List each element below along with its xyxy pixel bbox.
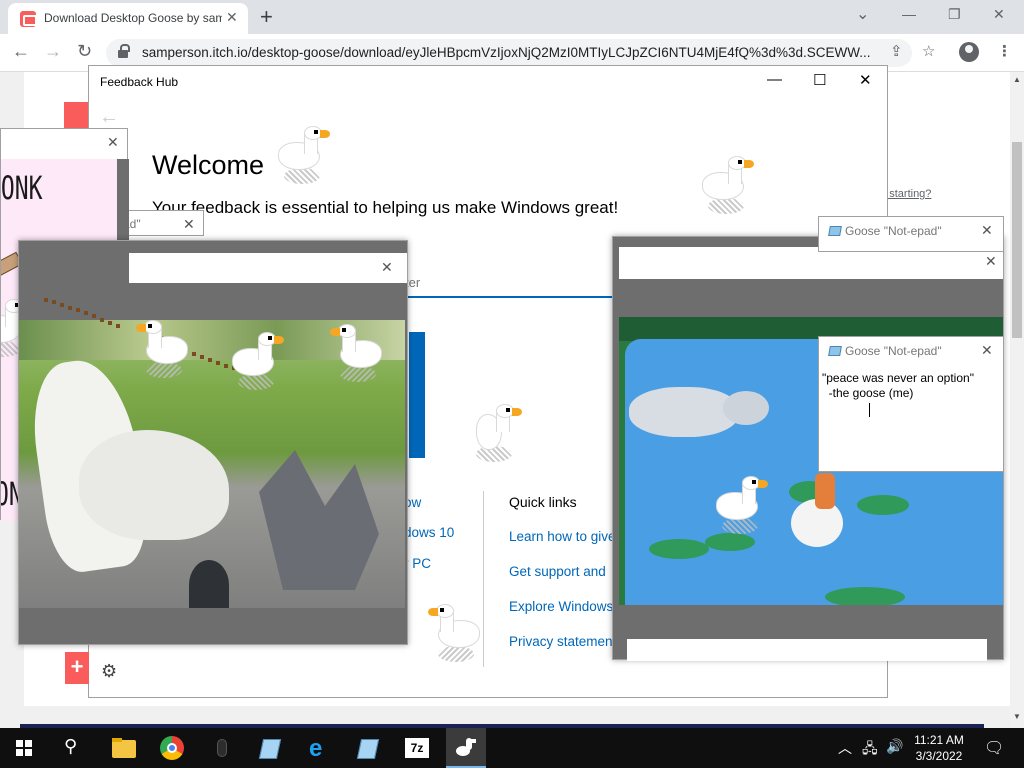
browser-minimize-button[interactable]: —: [902, 6, 916, 22]
text-caret: [869, 403, 870, 417]
video-close-icon[interactable]: ✕: [985, 253, 997, 270]
notepad-app-icon[interactable]: [256, 734, 284, 762]
network-icon[interactable]: 🖧: [862, 738, 878, 762]
desktop-goose-taskbar-button[interactable]: [446, 728, 486, 768]
new-tab-button[interactable]: +: [260, 4, 273, 30]
photo-window-bottom: [19, 608, 405, 644]
mouse-app-icon[interactable]: [208, 734, 236, 762]
fh-back-arrow-icon[interactable]: ←: [99, 106, 119, 129]
game-character: [815, 473, 835, 509]
tab-close-icon[interactable]: ✕: [226, 9, 238, 26]
fh-close-button[interactable]: ✕: [859, 71, 872, 89]
scroll-down-icon[interactable]: ▼: [1013, 712, 1021, 721]
ghost-close-icon[interactable]: ✕: [183, 216, 195, 233]
tray-chevron-icon[interactable]: ︿: [838, 738, 852, 758]
goose-notepad-back[interactable]: Goose "Not-epad" ✕: [818, 216, 1004, 252]
itch-favicon-icon: [20, 11, 37, 27]
7zip-icon[interactable]: 7z: [403, 734, 431, 762]
fh-settings-gear-icon[interactable]: ⚙: [101, 661, 117, 682]
profile-avatar-icon[interactable]: [959, 42, 979, 62]
browser-restore-button[interactable]: ❐: [948, 6, 961, 23]
tab-title: Download Desktop Goose by samperson: [44, 11, 222, 25]
notepad-back-title: Goose "Not-epad": [828, 224, 942, 238]
notification-center-icon[interactable]: 🗨: [984, 738, 1004, 758]
fh-feature-tile[interactable]: [409, 332, 425, 458]
browser-tabstrip: Download Desktop Goose by samperson ✕ + …: [0, 0, 1024, 34]
notepad-title: Goose "Not-epad": [828, 344, 942, 358]
desktop-goose-icon[interactable]: [274, 126, 334, 188]
feedback-hub-title: Feedback Hub: [100, 75, 179, 89]
reload-icon[interactable]: ↻: [77, 41, 92, 62]
desktop-goose-icon[interactable]: [712, 476, 772, 538]
tab-search-icon[interactable]: ⌄: [856, 4, 869, 24]
bookmark-star-icon[interactable]: ☆: [922, 42, 935, 60]
desktop-goose-icon[interactable]: [466, 404, 526, 466]
fh-minimize-button[interactable]: —: [767, 71, 782, 88]
honk-close-icon[interactable]: ✕: [107, 134, 119, 151]
notepad-close-icon[interactable]: ✕: [981, 342, 993, 359]
goose-photo-window: ✕: [18, 240, 408, 645]
notepad-icon: [828, 346, 842, 356]
volume-icon[interactable]: 🔊: [886, 738, 903, 755]
quick-links-heading: Quick links: [509, 494, 577, 510]
chrome-icon[interactable]: [158, 734, 186, 762]
quick-link-learn[interactable]: Learn how to give: [509, 529, 616, 544]
pigeons-figure: [259, 450, 379, 590]
forward-arrow-icon[interactable]: →: [44, 41, 62, 62]
photo-window-titlebar[interactable]: ✕: [129, 253, 407, 283]
menu-kebab-icon[interactable]: ⋮: [997, 42, 1012, 60]
desktop-goose-icon[interactable]: [698, 156, 758, 218]
clock-date: 3/3/2022: [915, 749, 963, 763]
honk-text-top: HONK: [1, 169, 43, 207]
pond-rock: [629, 387, 739, 437]
lily-pad: [649, 539, 709, 559]
quick-link-support[interactable]: Get support and: [509, 564, 606, 579]
desktop-goose-icon[interactable]: [424, 604, 484, 666]
video-window-bottom: [627, 639, 987, 661]
fh-link-left-2[interactable]: dows 10: [404, 525, 454, 540]
browser-close-button[interactable]: ✕: [993, 6, 1005, 23]
address-bar[interactable]: samperson.itch.io/desktop-goose/download…: [106, 39, 912, 67]
fh-link-left-3[interactable]: r PC: [404, 556, 431, 571]
notepad-icon: [828, 226, 842, 236]
share-icon[interactable]: ⇪: [890, 42, 903, 60]
taskbar-search-icon[interactable]: ⚲: [64, 736, 77, 757]
itch-add-button[interactable]: +: [65, 652, 89, 684]
notepad-back-close-icon[interactable]: ✕: [981, 222, 993, 239]
scroll-thumb[interactable]: [1012, 142, 1022, 338]
notepad-text-area[interactable]: "peace was never an option" -the goose (…: [822, 371, 1000, 401]
page-scrollbar[interactable]: ▲ ▼: [1010, 72, 1024, 728]
fh-maximize-button[interactable]: ☐: [813, 71, 826, 89]
lock-icon: [118, 44, 130, 58]
internet-explorer-icon[interactable]: e: [306, 734, 334, 762]
goose-notepad-window: Goose "Not-epad" ✕ "peace was never an o…: [818, 336, 1004, 472]
browser-tab[interactable]: Download Desktop Goose by samperson ✕: [8, 3, 248, 34]
windows-start-icon[interactable]: [16, 740, 32, 756]
desktop-goose-icon[interactable]: [132, 320, 192, 382]
back-arrow-icon[interactable]: ←: [12, 41, 30, 62]
quick-link-explore[interactable]: Explore Windows: [509, 599, 613, 614]
fh-welcome-heading: Welcome: [152, 150, 265, 180]
file-explorer-icon[interactable]: [110, 734, 138, 762]
url-text: samperson.itch.io/desktop-goose/download…: [142, 45, 871, 60]
notepad-app-icon[interactable]: [354, 734, 382, 762]
desktop-goose-icon[interactable]: [228, 332, 288, 394]
windows-taskbar: ⚲ e 7z ︿ 🖧 🔊 11:21 AM 3/3/2022 🗨: [0, 728, 1024, 768]
quick-link-privacy[interactable]: Privacy statement: [509, 634, 616, 649]
photo-close-icon[interactable]: ✕: [381, 259, 393, 276]
clock-time: 11:21 AM: [914, 733, 964, 747]
desktop-goose-icon[interactable]: [326, 324, 386, 386]
scroll-up-icon[interactable]: ▲: [1013, 75, 1021, 84]
taskbar-clock[interactable]: 11:21 AM 3/3/2022: [906, 732, 972, 764]
fh-subtitle: Your feedback is essential to helping us…: [152, 198, 619, 217]
